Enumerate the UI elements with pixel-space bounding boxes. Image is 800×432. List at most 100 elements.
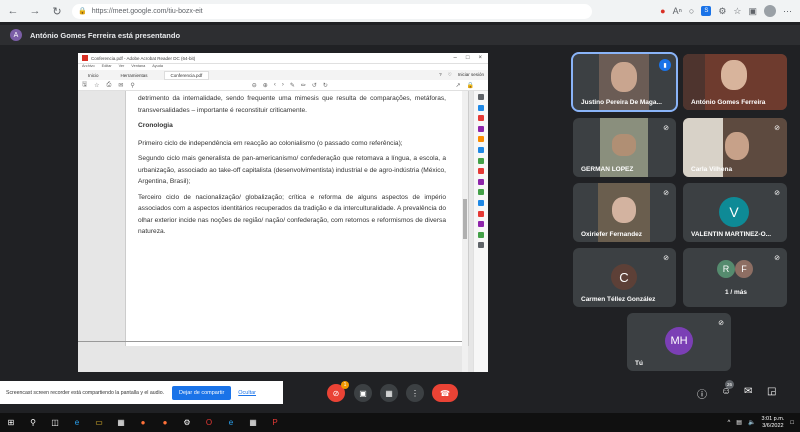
participant-tile[interactable]: C ⊘ Carmen Téllez González bbox=[573, 248, 676, 307]
calculator-icon[interactable]: ▦ bbox=[242, 413, 264, 432]
more-icon[interactable]: ⋯ bbox=[783, 6, 792, 17]
powerpoint-icon[interactable]: P bbox=[264, 413, 286, 432]
end-call-button[interactable]: ☎ bbox=[432, 384, 458, 402]
participant-tile-self[interactable]: MH ⊘ Tú bbox=[627, 313, 731, 371]
self-name: Tú bbox=[635, 360, 643, 367]
participant-tile[interactable]: ⊘ Oxiriefer Fernandez bbox=[573, 183, 676, 242]
back-icon[interactable]: ← bbox=[4, 2, 22, 20]
undo-icon: ↺ bbox=[311, 82, 317, 89]
pdf-scrollbar bbox=[462, 91, 468, 372]
hide-button[interactable]: Ocultar bbox=[238, 390, 256, 396]
more-vert-icon: ⋮ bbox=[411, 388, 419, 398]
settings-icon[interactable]: ⚙ bbox=[176, 413, 198, 432]
settings-icon[interactable]: ⚙ bbox=[718, 6, 726, 17]
participant-name: 1 / más bbox=[725, 289, 748, 296]
volume-icon[interactable]: 🔈 bbox=[748, 419, 755, 426]
menu-item: Ayuda bbox=[152, 64, 163, 68]
firefox-icon[interactable]: ● bbox=[132, 413, 154, 432]
network-icon[interactable]: ▤ bbox=[736, 419, 742, 426]
mic-off-icon: ⊘ bbox=[774, 190, 780, 197]
edge-active-icon[interactable]: e bbox=[220, 413, 242, 432]
meet-control-bar: Screencast screen recorder está comparti… bbox=[0, 373, 800, 413]
participant-tile[interactable]: ⊘ GERMAN LOPEZ bbox=[573, 118, 676, 177]
measure-tool-icon bbox=[478, 231, 484, 238]
camera-toggle-button[interactable]: ▣ bbox=[354, 384, 372, 402]
export-tool-icon bbox=[478, 104, 484, 111]
store-icon[interactable]: ▦ bbox=[110, 413, 132, 432]
print-icon: ⎙ bbox=[106, 81, 112, 88]
search-icon[interactable]: ⚲ bbox=[22, 413, 44, 432]
participant-name: VALENTIN MARTINEZ-O... bbox=[691, 231, 772, 238]
help-icon: ? bbox=[439, 72, 442, 77]
favorites-icon[interactable]: ☆ bbox=[733, 6, 741, 17]
info-button[interactable]: ⓘ bbox=[697, 386, 707, 401]
chat-icon: ✉ bbox=[744, 386, 753, 397]
address-bar[interactable]: 🔒 https://meet.google.com/tiu-bozx-eit bbox=[72, 3, 592, 19]
nav-left-icon: ‹ bbox=[273, 81, 276, 88]
participant-avatar: F bbox=[735, 260, 753, 278]
clock[interactable]: 3:01 p.m. 3/6/2022 bbox=[761, 416, 784, 430]
firefox-alt-icon[interactable]: ● bbox=[154, 413, 176, 432]
zoom-tool-icon bbox=[478, 94, 484, 100]
mic-toggle-button[interactable]: ⊘ 1 bbox=[327, 381, 349, 402]
notification-badge: 1 bbox=[341, 381, 349, 389]
collections-icon[interactable]: ▣ bbox=[748, 6, 757, 17]
zoom-in-icon: ⊕ bbox=[262, 82, 268, 89]
more-options-button[interactable]: ⋮ bbox=[406, 384, 424, 402]
mic-off-icon: ⊘ bbox=[663, 255, 669, 262]
extension-icon[interactable]: S bbox=[701, 6, 712, 16]
profile-avatar[interactable] bbox=[764, 5, 776, 17]
tracking-icon[interactable]: ○ bbox=[689, 6, 694, 16]
lock-icon: 🔒 bbox=[466, 82, 474, 89]
create-tool-icon bbox=[478, 115, 484, 122]
participant-tile[interactable]: António Gomes Ferreira bbox=[683, 54, 787, 110]
screen-recorder-text: Screencast screen recorder está comparti… bbox=[6, 389, 165, 396]
info-icon: ⓘ bbox=[697, 390, 707, 401]
opera-icon[interactable]: O bbox=[198, 413, 220, 432]
shared-screen: Conferencia.pdf - Adobe Acrobat Reader D… bbox=[78, 53, 488, 372]
time: 3:01 p.m. bbox=[761, 415, 785, 422]
read-aloud-icon[interactable]: Aⁿ bbox=[673, 6, 682, 16]
chat-button[interactable]: ✉ bbox=[744, 386, 752, 397]
nav-right-icon: › bbox=[281, 81, 284, 88]
mic-off-icon: ⊘ bbox=[663, 125, 669, 132]
participant-tile[interactable]: ⊘ Carla Vilhena bbox=[683, 118, 787, 177]
participant-avatar: V bbox=[719, 197, 749, 227]
mic-off-icon: ⊘ bbox=[718, 320, 724, 327]
people-count-badge: 26 bbox=[725, 380, 734, 389]
protect-tool-icon bbox=[478, 178, 484, 185]
pdf-document-area: detrimento da internalidade, sendo frequ… bbox=[78, 91, 488, 372]
scan-tool-icon bbox=[478, 221, 484, 228]
present-button[interactable]: ▦ bbox=[380, 384, 398, 402]
mic-off-icon: ⊘ bbox=[663, 190, 669, 197]
pdf-window-titlebar: Conferencia.pdf - Adobe Acrobat Reader D… bbox=[78, 53, 488, 64]
people-button[interactable]: ☺ 26 bbox=[721, 380, 734, 397]
section-heading: Cronologia bbox=[138, 122, 173, 129]
pdf-page: detrimento da internalidade, sendo frequ… bbox=[125, 91, 469, 346]
close-icon: × bbox=[478, 55, 482, 61]
participant-tile[interactable]: V ⊘ VALENTIN MARTINEZ-O... bbox=[683, 183, 787, 242]
stop-sharing-button[interactable]: Dejar de compartir bbox=[172, 385, 232, 400]
participant-tile[interactable]: ▮ Justino Pereira De Maga... bbox=[571, 52, 678, 112]
edge-icon[interactable]: e bbox=[66, 413, 88, 432]
tab-inicio: Inicio bbox=[88, 72, 99, 78]
notification-icon[interactable]: □ bbox=[790, 420, 794, 426]
camera-icon: ▣ bbox=[359, 388, 367, 398]
participant-tile-group[interactable]: R F ⊘ 1 / más bbox=[683, 248, 787, 307]
chevron-up-icon[interactable]: ^ bbox=[727, 420, 730, 426]
reload-icon[interactable]: ↻ bbox=[48, 2, 66, 20]
save-icon: 🖫 bbox=[82, 82, 88, 88]
mic-off-icon: ⊘ bbox=[774, 255, 780, 262]
send-tool-icon bbox=[478, 199, 484, 206]
url-text: https://meet.google.com/tiu-bozx-eit bbox=[91, 7, 203, 15]
file-explorer-icon[interactable]: ▭ bbox=[88, 413, 110, 432]
participant-name: Oxiriefer Fernandez bbox=[581, 231, 643, 238]
forward-icon[interactable]: → bbox=[26, 2, 44, 20]
activities-button[interactable]: ◲ bbox=[767, 386, 776, 397]
start-icon[interactable]: ⊞ bbox=[0, 413, 22, 432]
task-view-icon[interactable]: ◫ bbox=[44, 413, 66, 432]
paragraph: Segundo ciclo mais generalista de pan-am… bbox=[138, 155, 446, 185]
more-tools-icon bbox=[478, 242, 484, 249]
mic-off-icon: ⊘ bbox=[774, 125, 780, 132]
participant-name: Carmen Téllez González bbox=[581, 296, 656, 303]
